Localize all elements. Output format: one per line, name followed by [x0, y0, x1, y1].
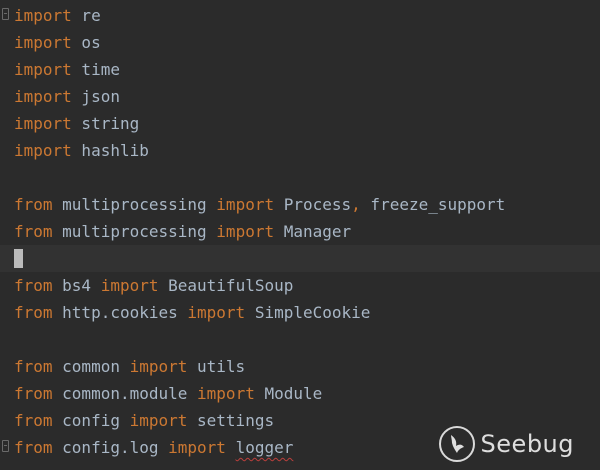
imported-name: Manager — [274, 222, 352, 241]
module-name: http.cookies — [52, 303, 188, 322]
imported-name: freeze_support — [360, 195, 506, 214]
keyword-import: import — [216, 222, 275, 241]
code-line[interactable]: from common import utils — [0, 353, 600, 380]
module-name: json — [71, 87, 120, 106]
keyword-from: from — [14, 303, 53, 322]
keyword-from: from — [14, 411, 53, 430]
keyword-import: import — [14, 141, 72, 160]
keyword-import: import — [14, 114, 72, 133]
imported-name: BeautifulSoup — [158, 276, 294, 295]
imported-name: Process — [274, 195, 352, 214]
keyword-from: from — [14, 276, 53, 295]
module-name: bs4 — [52, 276, 101, 295]
module-name: string — [71, 114, 140, 133]
module-name: config.log — [52, 438, 169, 457]
module-name: hashlib — [71, 141, 149, 160]
keyword-from: from — [14, 357, 53, 376]
code-line[interactable]: import re — [0, 2, 600, 29]
keyword-import: import — [14, 6, 72, 25]
keyword-import: import — [14, 60, 72, 79]
code-line[interactable]: from multiprocessing import Manager — [0, 218, 600, 245]
code-line[interactable]: import os — [0, 29, 600, 56]
code-line[interactable]: from common.module import Module — [0, 380, 600, 407]
keyword-from: from — [14, 195, 53, 214]
current-line[interactable] — [0, 245, 600, 272]
imported-name-space — [226, 438, 236, 457]
code-line-blank[interactable] — [0, 164, 600, 191]
keyword-import: import — [14, 87, 72, 106]
unresolved-reference[interactable]: logger — [236, 438, 294, 457]
keyword-from: from — [14, 222, 53, 241]
imported-name: settings — [187, 411, 275, 430]
keyword-from: from — [14, 384, 53, 403]
code-line[interactable]: from bs4 import BeautifulSoup — [0, 272, 600, 299]
code-line[interactable]: import json — [0, 83, 600, 110]
code-line[interactable]: from http.cookies import SimpleCookie — [0, 299, 600, 326]
module-name: common.module — [52, 384, 198, 403]
imported-name: SimpleCookie — [245, 303, 371, 322]
keyword-import: import — [187, 303, 246, 322]
keyword-import: import — [129, 411, 188, 430]
keyword-import: import — [168, 438, 226, 457]
code-line[interactable]: from multiprocessing import Process, fre… — [0, 191, 600, 218]
code-area[interactable]: import re import os import time import j… — [0, 2, 600, 461]
imported-name: Module — [254, 384, 323, 403]
module-name: common — [52, 357, 130, 376]
keyword-import: import — [100, 276, 159, 295]
module-name: re — [71, 6, 101, 25]
code-editor[interactable]: import re import os import time import j… — [0, 0, 600, 470]
keyword-from: from — [14, 438, 53, 457]
module-name: time — [71, 60, 120, 79]
code-line[interactable]: import time — [0, 56, 600, 83]
keyword-import: import — [197, 384, 255, 403]
comma: , — [351, 195, 361, 214]
module-name: os — [71, 33, 101, 52]
module-name: multiprocessing — [52, 222, 217, 241]
imported-name: utils — [187, 357, 246, 376]
code-line[interactable]: import hashlib — [0, 137, 600, 164]
code-line-blank[interactable] — [0, 326, 600, 353]
module-name: multiprocessing — [52, 195, 217, 214]
text-cursor — [14, 248, 23, 268]
keyword-import: import — [14, 33, 72, 52]
keyword-import: import — [216, 195, 275, 214]
keyword-import: import — [129, 357, 188, 376]
watermark-text: Seebug — [480, 430, 574, 458]
seebug-watermark: Seebug — [438, 426, 574, 462]
code-line[interactable]: import string — [0, 110, 600, 137]
seebug-logo-icon — [438, 426, 475, 462]
module-name: config — [52, 411, 130, 430]
